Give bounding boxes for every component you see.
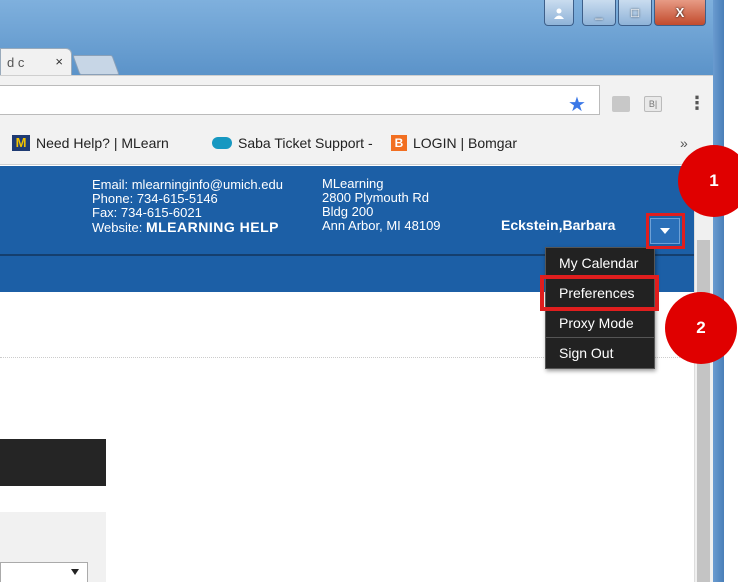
browser-window: d c × _ □ X ★ B| ⋮ M Need Help? | MLearn… [0, 0, 738, 582]
menu-item-my-calendar[interactable]: My Calendar [546, 248, 654, 278]
bookmark-label: LOGIN | Bomgar [413, 135, 518, 151]
caret-down-icon [660, 228, 670, 234]
close-window-button[interactable]: X [654, 0, 706, 26]
bookmark-saba-ticket[interactable]: Saba Ticket Support - [212, 135, 373, 151]
bookmark-need-help[interactable]: M Need Help? | MLearn [12, 135, 169, 151]
bookmark-label: Saba Ticket Support - [238, 135, 373, 151]
user-dropdown-menu: My Calendar Preferences Proxy Mode Sign … [545, 247, 655, 369]
bookmark-star-icon[interactable]: ★ [568, 92, 586, 117]
contact-info: Email: mlearninginfo@umich.edu Phone: 73… [92, 178, 283, 235]
extension-icon[interactable] [612, 96, 630, 112]
bookmarks-bar: M Need Help? | MLearn Saba Ticket Suppor… [0, 123, 724, 165]
bookmark-bomgar-login[interactable]: B LOGIN | Bomgar [391, 135, 517, 151]
section-header-bar [0, 439, 106, 486]
menu-item-sign-out[interactable]: Sign Out [546, 338, 654, 368]
site-header: Email: mlearninginfo@umich.edu Phone: 73… [0, 166, 694, 254]
callout-marker-2: 2 [665, 292, 737, 364]
user-menu-toggle[interactable] [650, 218, 680, 244]
bookmark-label: Need Help? | MLearn [36, 135, 169, 151]
browser-menu-icon[interactable]: ⋮ [688, 93, 706, 114]
window-right-border [713, 0, 724, 582]
website-link[interactable]: MLEARNING HELP [146, 219, 279, 235]
browser-tab[interactable]: d c × [0, 48, 72, 75]
select-dropdown[interactable] [0, 562, 88, 582]
address-bar[interactable] [0, 85, 600, 115]
new-tab-button[interactable] [72, 55, 120, 75]
contact-email: Email: mlearninginfo@umich.edu [92, 177, 283, 192]
maximize-button[interactable]: □ [618, 0, 652, 26]
user-profile-icon[interactable] [544, 0, 574, 26]
contact-phone: Phone: 734-615-5146 [92, 191, 218, 206]
user-name: Eckstein,Barbara [501, 217, 616, 233]
mailing-address: MLearning 2800 Plymouth Rd Bldg 200 Ann … [322, 176, 441, 233]
tab-title: d c [7, 55, 25, 70]
contact-website: Website: MLEARNING HELP [92, 219, 279, 235]
more-bookmarks-icon[interactable]: » [680, 135, 688, 151]
dropdown-arrow-icon [71, 569, 79, 575]
cloud-icon [212, 137, 232, 149]
menu-item-preferences[interactable]: Preferences [546, 278, 654, 308]
m-logo-icon: M [12, 135, 30, 151]
browser-toolbar: ★ B| ⋮ [0, 75, 724, 123]
extension-b-icon[interactable]: B| [644, 96, 662, 112]
tab-close-icon[interactable]: × [55, 54, 63, 69]
window-controls: _ □ X [544, 0, 706, 30]
window-titlebar: d c × _ □ X [0, 0, 724, 75]
menu-item-proxy-mode[interactable]: Proxy Mode [546, 308, 654, 338]
contact-fax: Fax: 734-615-6021 [92, 205, 202, 220]
bomgar-icon: B [391, 135, 407, 151]
minimize-button[interactable]: _ [582, 0, 616, 26]
